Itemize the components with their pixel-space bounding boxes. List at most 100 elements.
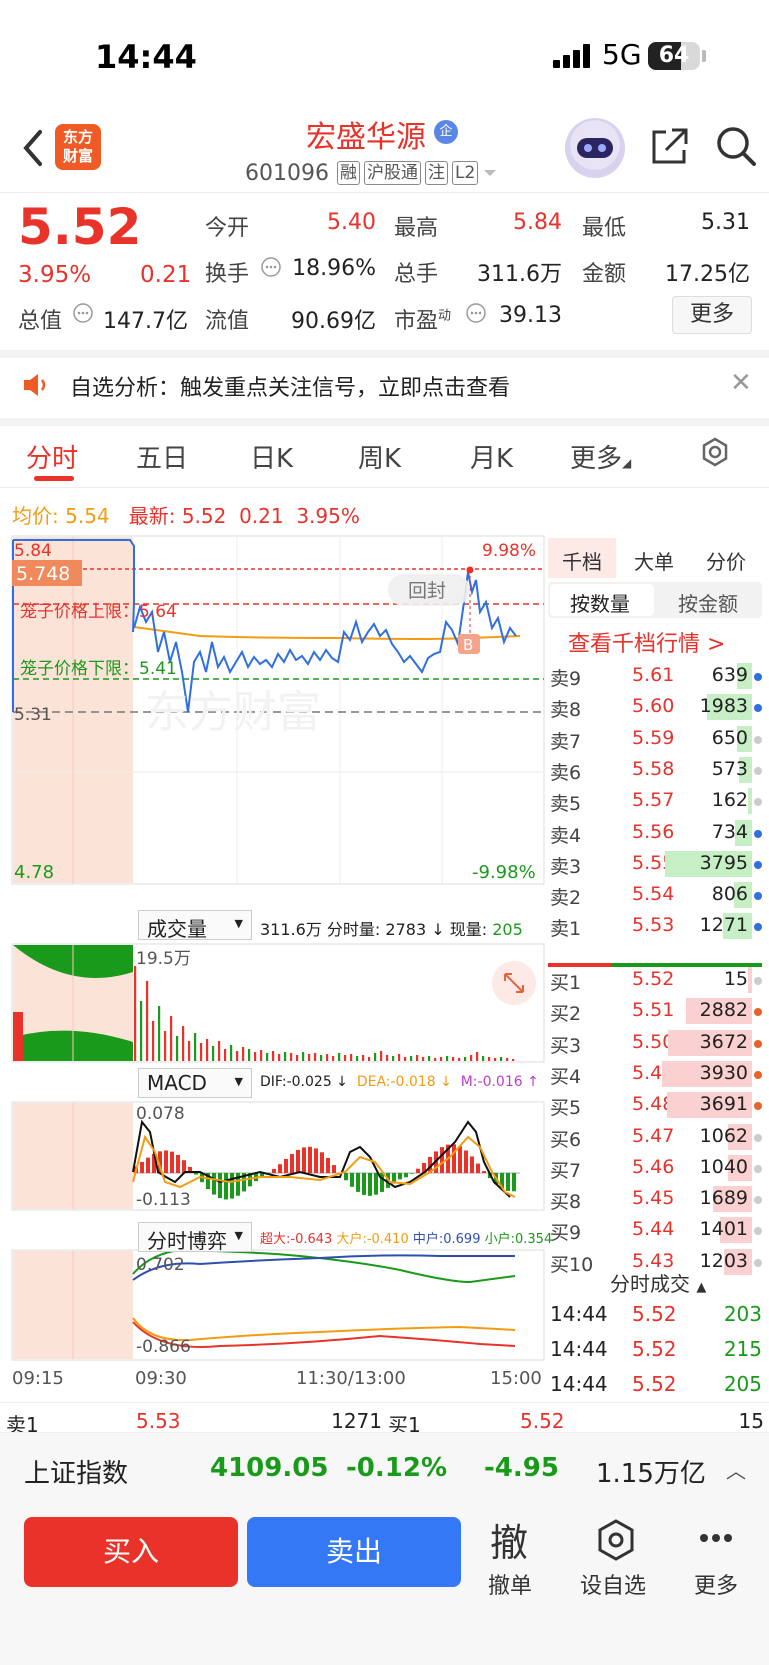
buy-button[interactable]: 买入 [24,1517,238,1587]
level-volume: 2882 [699,999,748,1022]
ask-row[interactable]: 卖4 5.56 734 [548,819,762,849]
tab-thousand-level[interactable]: 千档 [562,546,602,575]
tab-price-dist[interactable]: 分价 [706,546,746,575]
volume-bar [194,1033,197,1061]
level-volume: 573 [711,757,748,780]
svg-text:B: B [463,636,473,654]
chevron-up-icon[interactable]: ︿ [726,1455,746,1484]
macd-bar [278,1164,282,1173]
macd-bar [170,1151,174,1173]
bid-row[interactable]: 买8 5.45 1689 [548,1185,762,1215]
volume-bar [164,1031,167,1061]
high-axis-label: 5.84 [14,541,52,561]
back-arrow-icon[interactable] [18,128,48,168]
index-bar[interactable]: 上证指数 4109.05 -0.12% -4.95 1.15万亿 ︿ [0,1432,769,1504]
last-price: 5.52 [18,198,142,256]
macd-bar [404,1173,408,1178]
float-cap-value: 90.69亿 [291,309,376,334]
level-dot [754,766,762,775]
level-volume: 162 [711,789,748,812]
watermark: 东方财富 [145,687,321,738]
bid-row[interactable]: 买7 5.46 1040 [548,1154,762,1184]
add-watchlist-icon[interactable] [594,1518,638,1562]
assistant-robot-icon[interactable] [565,118,625,178]
ask-row[interactable]: 卖7 5.59 650 [548,725,762,755]
more-actions-button[interactable]: 更多 [694,1568,738,1600]
level-label: 卖2 [550,887,582,910]
ob-split-bar [548,952,762,967]
volume-bar [350,1054,353,1061]
bid-row[interactable]: 买5 5.48 3691 [548,1091,762,1121]
level-label: 买7 [550,1159,582,1182]
info-dots-icon[interactable] [465,302,487,324]
level-price: 5.59 [632,726,675,749]
ask-row[interactable]: 卖9 5.61 639 [548,662,762,692]
cage-down-label: 笼子价格下限：5.41 [20,659,177,679]
close-icon[interactable]: ✕ [730,368,752,398]
stock-code-row[interactable]: 601096 融 沪股通 注 L2 [245,158,498,188]
bid-row[interactable]: 买6 5.47 1062 [548,1123,762,1153]
tab-monthly-k[interactable]: 月K [470,438,513,475]
stock-name[interactable]: 宏盛华源 [306,112,426,156]
intraday-chart[interactable]: 东方财富 回封 B 5.84 5.748 笼子价格上限：5.64 笼子价格下限：… [0,532,545,1402]
level-label: 买10 [550,1253,594,1276]
gear-icon[interactable] [698,436,732,470]
level-volume: 1401 [699,1218,748,1241]
tab-intraday[interactable]: 分时 [26,438,78,475]
ticks-title[interactable]: 分时成交 ▲ [610,1268,706,1297]
game-selector[interactable]: 分时博弈 ▼ [138,1222,252,1253]
app-logo: 东方 财富 [55,124,101,170]
more-button[interactable]: 更多 [672,296,752,334]
tick-time: 14:44 [550,1337,608,1361]
bottom-axis-label: 4.78 [14,862,54,883]
ask-row[interactable]: 卖2 5.54 806 [548,881,762,911]
cancel-icon[interactable]: 撤 [490,1512,528,1567]
volume-bar [320,1055,323,1061]
share-icon[interactable] [648,126,690,168]
macd-bar [224,1173,228,1200]
dropdown-icon[interactable] [482,165,498,181]
more-dots-icon[interactable] [698,1532,734,1544]
toggle-by-amount[interactable]: 按金额 [678,588,738,617]
level-volume: 1271 [699,914,748,937]
ask-row[interactable]: 卖6 5.58 573 [548,756,762,786]
level-price: 5.56 [632,820,675,843]
search-icon[interactable] [714,124,758,168]
bid-row[interactable]: 买3 5.50 3672 [548,1029,762,1059]
index-name: 上证指数 [24,1459,129,1489]
tab-daily-k[interactable]: 日K [250,438,293,475]
signal-icon [553,44,590,68]
tab-five-day[interactable]: 五日 [136,438,188,475]
volume-selector[interactable]: 成交量 ▼ [138,910,252,941]
bid-row[interactable]: 买9 5.44 1401 [548,1216,762,1246]
sell-button[interactable]: 卖出 [247,1517,461,1587]
ask-row[interactable]: 卖5 5.57 162 [548,787,762,817]
battery-icon: 64 [648,42,700,70]
ask-row[interactable]: 卖8 5.60 1983 [548,693,762,723]
info-dots-icon[interactable] [260,256,282,278]
ask-row[interactable]: 卖1 5.53 1271 [548,912,762,942]
info-dots-icon[interactable] [72,302,94,324]
macd-bar [332,1165,336,1173]
cancel-order-button[interactable]: 撤单 [488,1568,532,1600]
bid-row[interactable]: 买4 5.49 3930 [548,1060,762,1090]
toggle-by-quantity[interactable]: 按数量 [570,588,630,617]
tab-big-order[interactable]: 大单 [634,546,674,575]
tab-more[interactable]: 更多◢ [570,438,631,475]
macd-bar [356,1173,360,1192]
level-label: 卖6 [550,761,582,784]
bid-row[interactable]: 买2 5.51 2882 [548,997,762,1027]
view-depth-link[interactable]: 查看千档行情 > [568,626,725,658]
bid-row[interactable]: 买1 5.52 15 [548,966,762,996]
macd-bar [218,1173,222,1199]
macd-bar [452,1144,456,1173]
add-watchlist-button[interactable]: 设自选 [580,1568,646,1600]
level-dot [754,1070,762,1079]
level-price: 5.53 [632,914,675,937]
macd-selector[interactable]: MACD ▼ [138,1068,252,1098]
ask-row[interactable]: 卖3 5.55 3795 [548,850,762,880]
level-price: 5.45 [632,1187,675,1210]
notice-text[interactable]: 自选分析：触发重点关注信号，立即点击查看 [70,370,510,402]
tab-weekly-k[interactable]: 周K [358,438,401,475]
macd-bar [212,1173,216,1195]
